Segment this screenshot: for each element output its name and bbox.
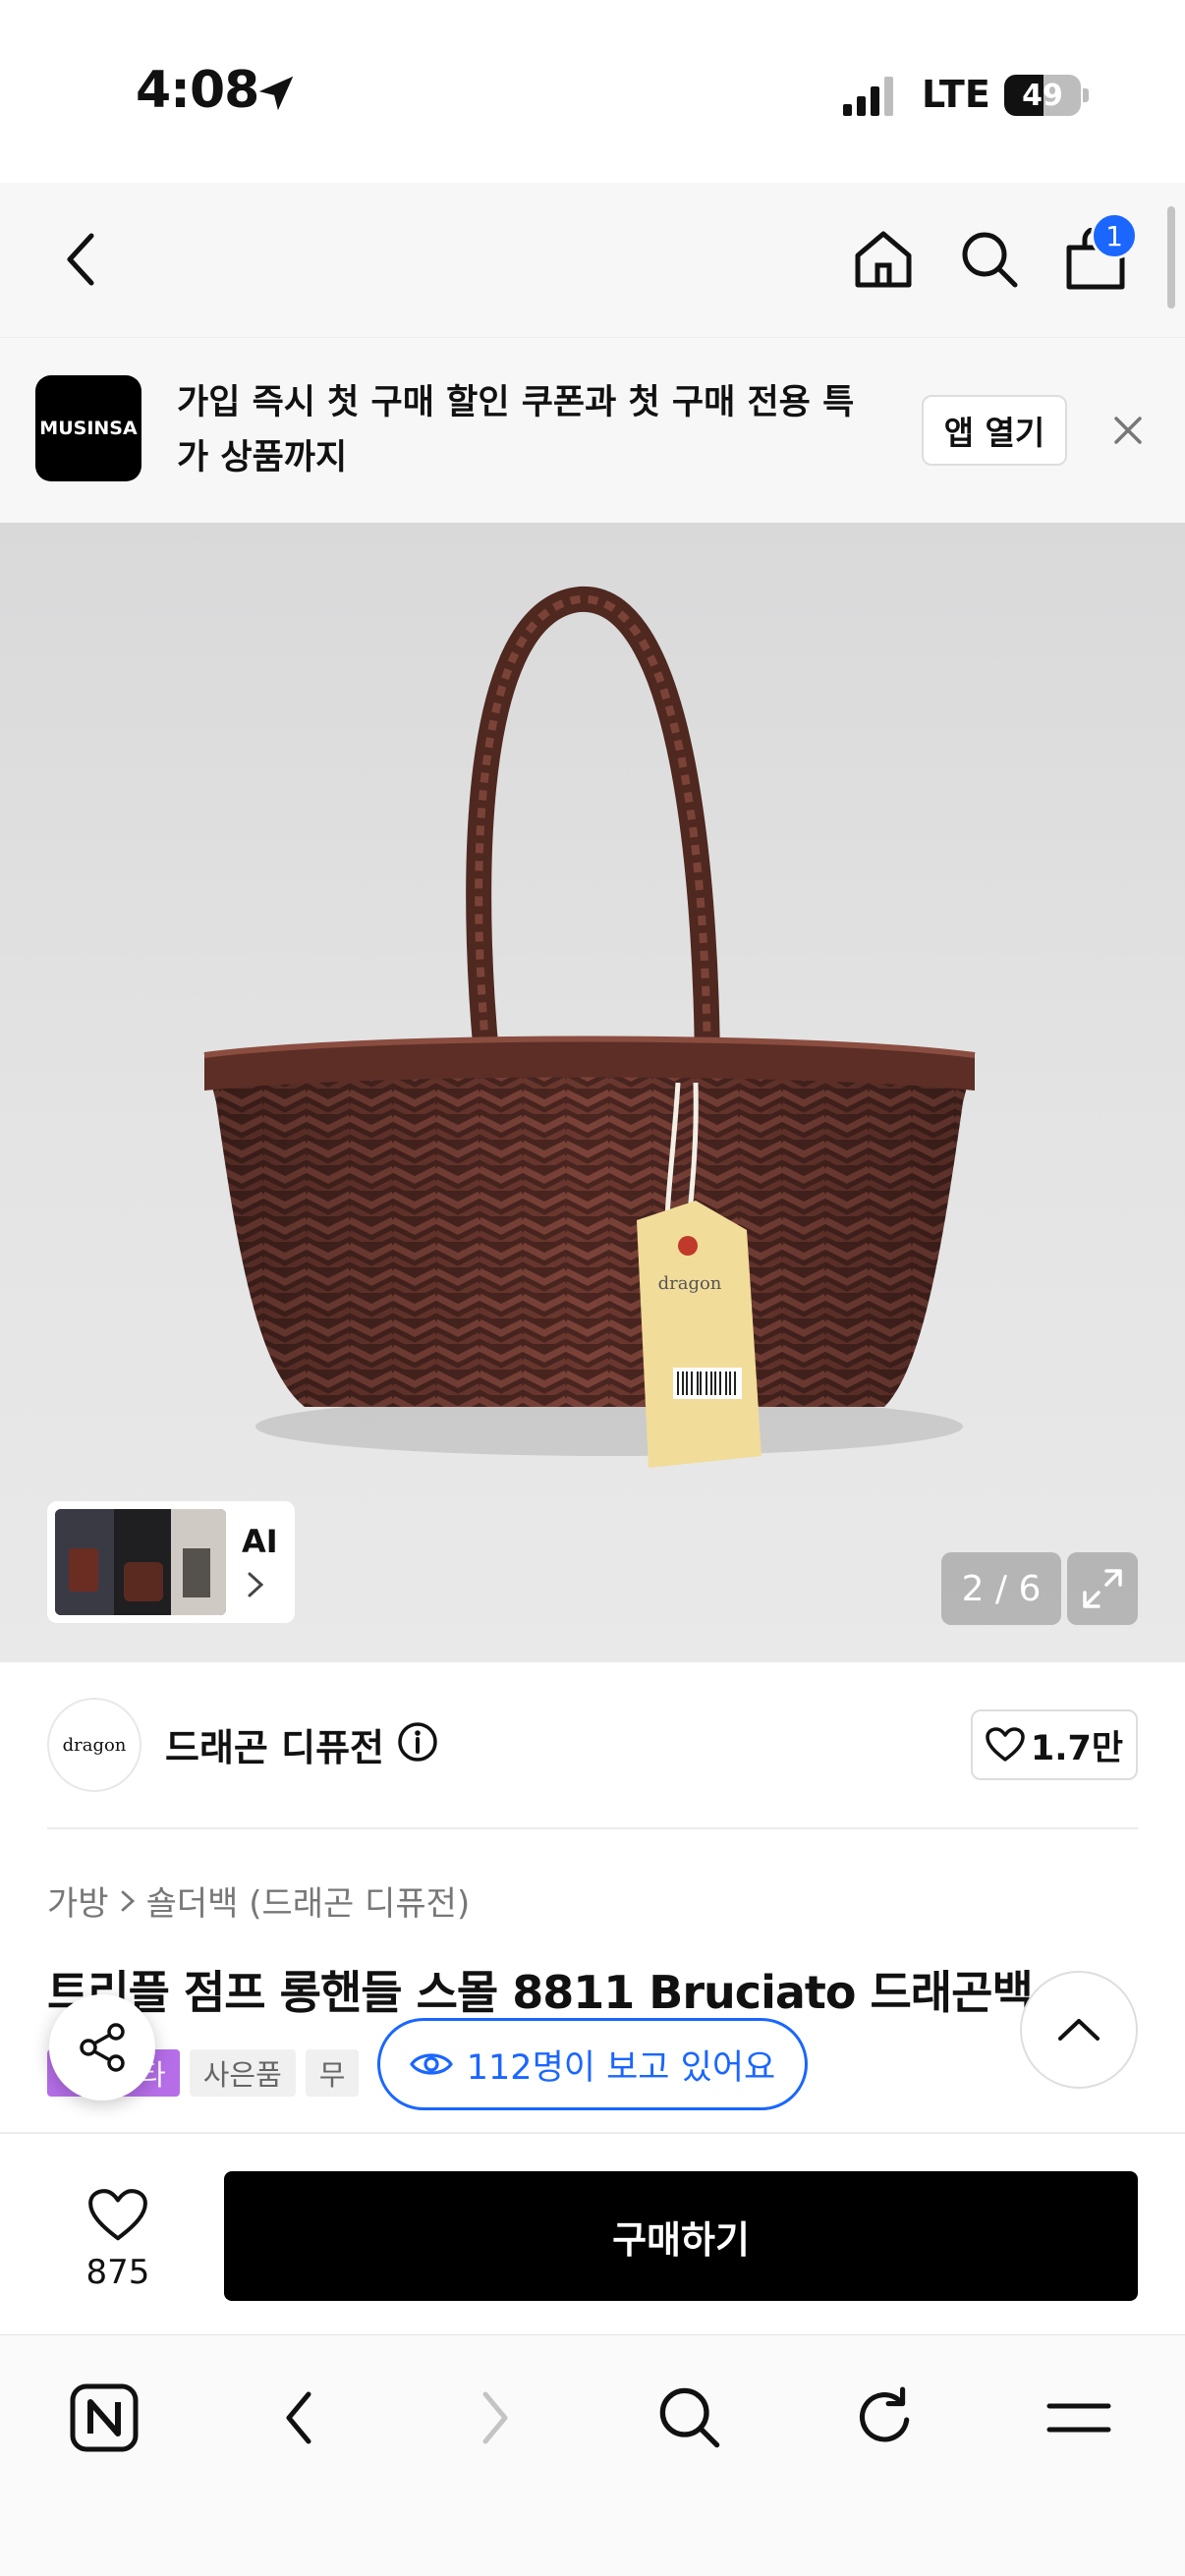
breadcrumb-category[interactable]: 가방 xyxy=(47,1876,109,1925)
brand-name[interactable]: 드래곤 디퓨전 xyxy=(165,1717,384,1771)
divider xyxy=(47,1827,1138,1829)
ai-thumbnail-strip xyxy=(55,1509,226,1615)
live-viewers-text: 112명이 보고 있어요 xyxy=(466,2047,776,2088)
breadcrumb-subcategory[interactable]: 숄더백 (드래곤 디퓨전) xyxy=(146,1876,471,1925)
page-scrollbar[interactable] xyxy=(1167,206,1175,308)
image-counter: 2 / 6 xyxy=(941,1552,1061,1625)
eye-icon xyxy=(409,2053,453,2075)
purchase-bar: 875 구매하기 xyxy=(0,2132,1185,2334)
product-image-carousel[interactable]: dragon AI 2 / 6 xyxy=(0,523,1185,1662)
location-arrow-icon xyxy=(258,76,294,111)
cellular-signal-icon xyxy=(843,77,893,116)
search-icon xyxy=(962,232,1018,288)
battery-level: 49 xyxy=(1022,78,1063,113)
chevron-right-icon xyxy=(121,1890,135,1911)
search-button[interactable] xyxy=(955,222,1024,297)
hamburger-menu-icon xyxy=(1046,2403,1111,2433)
brand-row: dragon 드래곤 디퓨전 1.7만 xyxy=(0,1662,1185,1829)
chevron-up-icon xyxy=(1058,2019,1100,2041)
search-icon xyxy=(659,2387,720,2448)
chevron-right-icon xyxy=(248,1572,264,1597)
fullscreen-button[interactable] xyxy=(1067,1552,1138,1625)
status-time: 4:08 xyxy=(136,61,259,120)
home-button[interactable] xyxy=(849,222,918,297)
share-icon xyxy=(80,2023,125,2072)
status-bar: 4:08 LTE 49 xyxy=(0,0,1185,183)
heart-icon xyxy=(986,1727,1025,1762)
cart-count-badge: 1 xyxy=(1091,212,1138,259)
scroll-to-top-button[interactable] xyxy=(1020,1971,1138,2089)
app-install-banner: MUSINSA 가입 즉시 첫 구매 할인 쿠폰과 첫 구매 전용 특가 상품까… xyxy=(0,338,1185,523)
back-button[interactable] xyxy=(47,222,116,297)
info-icon[interactable] xyxy=(397,1721,438,1763)
browser-back-button[interactable] xyxy=(252,2371,346,2465)
ai-label: AI xyxy=(242,1523,278,1560)
tag-badge: 사은품 xyxy=(189,2049,296,2097)
musinsa-logo: MUSINSA xyxy=(35,375,141,481)
tag-brand-text: dragon xyxy=(658,1273,722,1294)
banner-message: 가입 즉시 첫 구매 할인 쿠폰과 첫 구매 전용 특가 상품까지 xyxy=(177,383,855,477)
share-button[interactable] xyxy=(49,1994,155,2100)
live-viewers-pill: 112명이 보고 있어요 xyxy=(377,2018,808,2110)
home-icon xyxy=(855,231,912,288)
ai-recommendation-card[interactable]: AI xyxy=(47,1501,295,1623)
naver-n-icon xyxy=(70,2383,139,2452)
browser-forward-button[interactable] xyxy=(448,2371,542,2465)
cart-button[interactable]: 1 xyxy=(1061,212,1138,297)
top-nav-bar: 1 xyxy=(0,183,1185,338)
product-photo: dragon xyxy=(203,586,976,1468)
refresh-icon xyxy=(859,2386,910,2442)
product-title: 트리플 점프 롱핸들 스몰 8811 Bruciato 드래곤백 xyxy=(47,1966,1034,2019)
close-icon xyxy=(1114,417,1142,444)
browser-toolbar xyxy=(0,2334,1185,2576)
heart-icon xyxy=(88,2189,147,2241)
brand-like-button[interactable]: 1.7만 xyxy=(971,1709,1138,1780)
network-type: LTE xyxy=(922,73,990,116)
open-app-button[interactable]: 앱 열기 xyxy=(922,395,1067,466)
battery-icon: 49 xyxy=(1004,75,1089,116)
brand-logo[interactable]: dragon xyxy=(47,1698,141,1792)
breadcrumb: 가방 숄더백 (드래곤 디퓨전) xyxy=(47,1876,470,1925)
tag-badge: 무 xyxy=(305,2049,360,2097)
reload-button[interactable] xyxy=(837,2371,931,2465)
wishlist-count: 875 xyxy=(85,2253,150,2292)
banner-close-button[interactable] xyxy=(1104,407,1152,454)
chevron-left-icon xyxy=(286,2391,311,2444)
wishlist-button[interactable]: 875 xyxy=(47,2177,189,2303)
browser-search-button[interactable] xyxy=(643,2371,737,2465)
brand-like-count: 1.7만 xyxy=(1030,1728,1124,1768)
expand-icon xyxy=(1083,1569,1122,1608)
naver-home-button[interactable] xyxy=(57,2371,151,2465)
buy-button[interactable]: 구매하기 xyxy=(224,2171,1138,2301)
browser-menu-button[interactable] xyxy=(1032,2371,1126,2465)
chevron-right-icon xyxy=(482,2391,508,2444)
chevron-left-icon xyxy=(67,233,94,286)
